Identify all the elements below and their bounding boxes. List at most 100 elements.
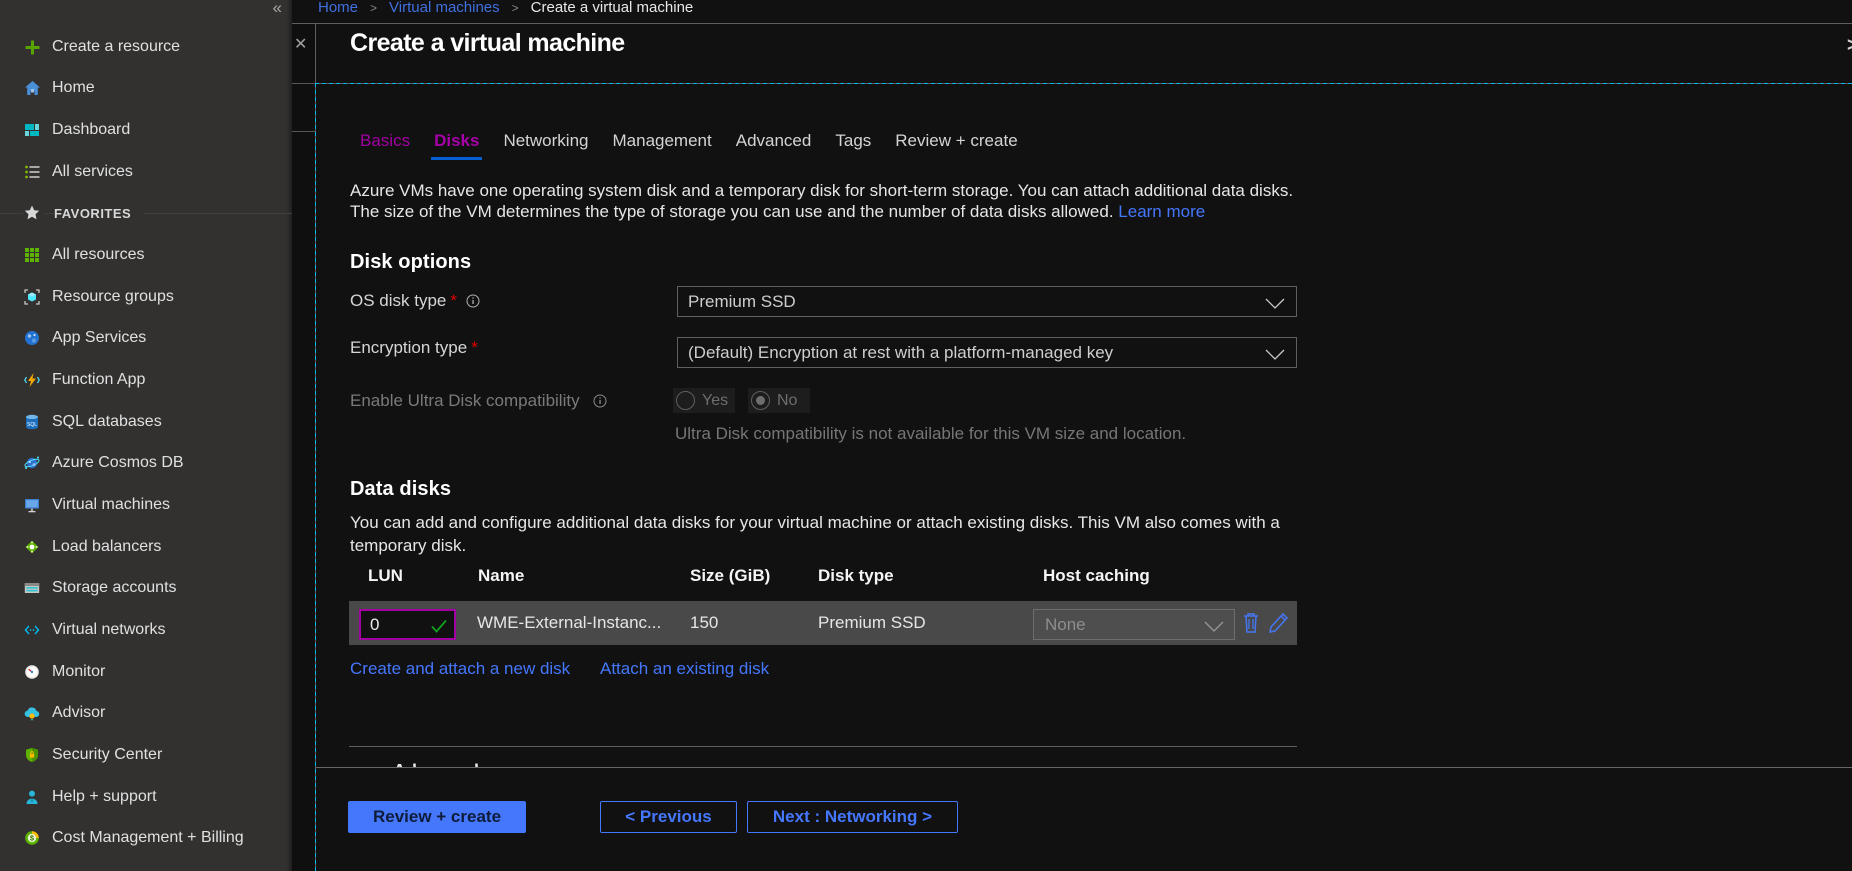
sidebar-item-azure-cosmos-db[interactable]: Azure Cosmos DB bbox=[0, 443, 292, 485]
sql-databases-icon: SQL bbox=[23, 413, 40, 430]
create-attach-disk-link[interactable]: Create and attach a new disk bbox=[350, 659, 570, 678]
sidebar-item-virtual-machines[interactable]: Virtual machines bbox=[0, 484, 292, 526]
ultra-disk-note: Ultra Disk compatibility is not availabl… bbox=[675, 424, 1186, 444]
tab-review-create[interactable]: Review + create bbox=[892, 131, 1020, 160]
lun-input[interactable]: 0 bbox=[359, 609, 456, 640]
sidebar-item-help-support[interactable]: Help + support bbox=[0, 776, 292, 818]
plus-icon bbox=[23, 38, 40, 55]
learn-more-link[interactable]: Learn more bbox=[1118, 202, 1205, 221]
col-name: Name bbox=[478, 566, 524, 586]
ultra-disk-radio-yes[interactable]: Yes bbox=[673, 388, 735, 413]
sidebar-item-sql-databases[interactable]: SQLSQL databases bbox=[0, 401, 292, 443]
dashboard-icon bbox=[23, 122, 40, 139]
section-divider bbox=[349, 746, 1297, 747]
os-disk-type-select[interactable]: Premium SSD bbox=[677, 286, 1297, 317]
footer-bar: Review + create < Previous Next : Networ… bbox=[316, 767, 1852, 871]
breadcrumb-home[interactable]: Home bbox=[318, 0, 358, 16]
ultra-disk-radio-no[interactable]: No bbox=[748, 388, 810, 413]
disk-options-heading: Disk options bbox=[350, 251, 471, 274]
sidebar-nav: Create a resourceHomeDashboardAll servic… bbox=[0, 26, 292, 859]
sidebar-collapse-icon[interactable]: « bbox=[273, 0, 282, 16]
os-disk-type-label: OS disk type* bbox=[350, 291, 480, 311]
monitor-icon bbox=[23, 663, 40, 680]
advanced-section-cut: Advanced bbox=[393, 760, 479, 767]
blade-edge-strip: ✕ bbox=[292, 24, 315, 871]
sidebar: « Create a resourceHomeDashboardAll serv… bbox=[0, 0, 292, 871]
load-balancers-icon bbox=[23, 538, 40, 555]
sidebar-item-load-balancers[interactable]: Load balancers bbox=[0, 526, 292, 568]
sidebar-item-all-services[interactable]: All services bbox=[0, 151, 292, 193]
col-host-caching: Host caching bbox=[1043, 566, 1150, 586]
chevron-down-icon bbox=[1265, 349, 1285, 360]
sidebar-item-dashboard[interactable]: Dashboard bbox=[0, 109, 292, 151]
star-icon bbox=[23, 202, 45, 225]
cosmos-db-icon bbox=[23, 455, 40, 472]
disk-type: Premium SSD bbox=[818, 601, 926, 645]
tab-basics[interactable]: Basics bbox=[357, 131, 413, 160]
edit-disk-icon[interactable] bbox=[1266, 610, 1290, 636]
encryption-type-label: Encryption type* bbox=[350, 338, 487, 358]
help-support-icon bbox=[23, 788, 40, 805]
encryption-type-select[interactable]: (Default) Encryption at rest with a plat… bbox=[677, 337, 1297, 368]
attach-existing-disk-link[interactable]: Attach an existing disk bbox=[600, 659, 769, 679]
tab-advanced[interactable]: Advanced bbox=[733, 131, 815, 160]
breadcrumb-virtual-machines[interactable]: Virtual machines bbox=[389, 0, 500, 16]
flyout-chevron-icon[interactable]: > bbox=[1847, 35, 1852, 59]
review-create-button[interactable]: Review + create bbox=[348, 801, 526, 833]
host-caching-select: None bbox=[1033, 609, 1235, 640]
sidebar-item-function-app[interactable]: Function App bbox=[0, 359, 292, 401]
svg-text:SQL: SQL bbox=[26, 422, 36, 428]
tab-disks[interactable]: Disks bbox=[431, 131, 482, 160]
tab-management[interactable]: Management bbox=[610, 131, 715, 160]
sidebar-item-app-services[interactable]: App Services bbox=[0, 318, 292, 360]
storage-accounts-icon bbox=[23, 580, 40, 597]
sidebar-item-monitor[interactable]: Monitor bbox=[0, 651, 292, 693]
all-services-icon bbox=[23, 163, 40, 180]
col-disk-type: Disk type bbox=[818, 566, 894, 586]
breadcrumb-separator: > bbox=[512, 0, 519, 16]
cost-management-icon: $ bbox=[23, 830, 40, 847]
blade-header: Create a virtual machine > bbox=[316, 25, 1852, 83]
tab-networking[interactable]: Networking bbox=[500, 131, 591, 160]
sidebar-item-home[interactable]: Home bbox=[0, 68, 292, 110]
sidebar-item-storage-accounts[interactable]: Storage accounts bbox=[0, 568, 292, 610]
chevron-down-icon bbox=[1204, 621, 1224, 632]
sidebar-item-create-a-resource[interactable]: Create a resource bbox=[0, 26, 292, 68]
resource-groups-icon bbox=[23, 288, 40, 305]
page-title: Create a virtual machine bbox=[350, 29, 625, 58]
breadcrumb-current: Create a virtual machine bbox=[531, 0, 694, 16]
tabs: Basics Disks Networking Management Advanced T… bbox=[357, 131, 1021, 160]
info-icon bbox=[466, 294, 480, 308]
tab-tags[interactable]: Tags bbox=[832, 131, 874, 160]
intro-text: Azure VMs have one operating system disk… bbox=[350, 180, 1293, 223]
sidebar-item-security-center[interactable]: Security Center bbox=[0, 734, 292, 776]
sidebar-item-all-resources[interactable]: All resources bbox=[0, 234, 292, 276]
function-app-icon bbox=[23, 372, 40, 389]
app-services-icon bbox=[23, 330, 40, 347]
delete-disk-icon[interactable] bbox=[1242, 611, 1260, 634]
next-button[interactable]: Next : Networking > bbox=[747, 801, 958, 833]
breadcrumb: Home > Virtual machines > Create a virtu… bbox=[292, 0, 1852, 24]
all-resources-icon bbox=[23, 247, 40, 264]
sidebar-item-advisor[interactable]: Advisor bbox=[0, 693, 292, 735]
breadcrumb-separator: > bbox=[370, 0, 377, 16]
sidebar-item-virtual-networks[interactable]: Virtual networks bbox=[0, 609, 292, 651]
disk-links: Create and attach a new disk Attach an e… bbox=[350, 659, 570, 679]
col-size: Size (GiB) bbox=[690, 566, 770, 586]
sidebar-item-resource-groups[interactable]: Resource groups bbox=[0, 276, 292, 318]
disk-size: 150 bbox=[690, 601, 718, 645]
virtual-networks-icon bbox=[23, 622, 40, 639]
data-disks-heading: Data disks bbox=[350, 478, 451, 501]
advisor-icon bbox=[23, 705, 40, 722]
col-lun: LUN bbox=[368, 566, 403, 586]
data-disk-row: 0 WME-External-Instanc... 150 Premium SS… bbox=[349, 601, 1297, 645]
close-icon[interactable]: ✕ bbox=[294, 34, 307, 54]
ultra-disk-label: Enable Ultra Disk compatibility bbox=[350, 391, 607, 411]
data-disks-description: You can add and configure additional dat… bbox=[350, 512, 1280, 557]
sidebar-item-cost-management-billing[interactable]: $Cost Management + Billing bbox=[0, 817, 292, 859]
info-icon bbox=[593, 394, 607, 408]
previous-button[interactable]: < Previous bbox=[600, 801, 737, 833]
sidebar-item-favorites: FAVORITES bbox=[0, 193, 292, 235]
virtual-machines-icon bbox=[23, 497, 40, 514]
valid-check-icon bbox=[430, 617, 448, 635]
